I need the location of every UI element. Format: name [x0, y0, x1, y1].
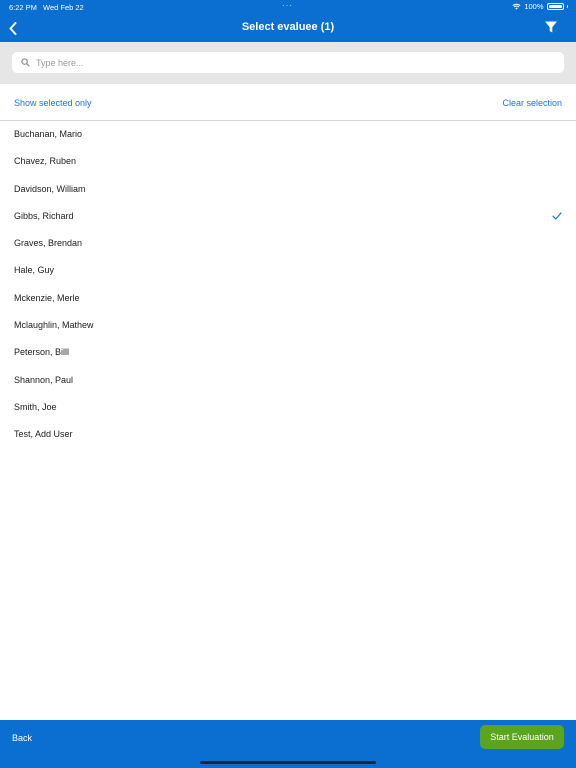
evaluee-name: Smith, Joe: [14, 401, 57, 412]
bottom-bar: Back Start Evaluation: [0, 720, 576, 768]
filter-button[interactable]: [544, 20, 558, 34]
clear-selection-link[interactable]: Clear selection: [502, 98, 562, 108]
evaluee-name: Shannon, Paul: [14, 374, 74, 385]
list-item[interactable]: Graves, Brendan: [0, 230, 576, 257]
search-box[interactable]: [12, 52, 564, 73]
status-bar: 6:22 PM Wed Feb 22 ··· 100%: [0, 0, 576, 13]
show-selected-only-link[interactable]: Show selected only: [14, 98, 92, 108]
wifi-icon: [512, 3, 521, 10]
evaluee-name: Buchanan, Mario: [14, 129, 83, 139]
evaluee-name: Peterson, Billl: [14, 347, 70, 358]
selection-actions: Show selected only Clear selection: [0, 84, 576, 121]
evaluee-name: Davidson, William: [14, 183, 86, 194]
list-item[interactable]: Test, Add User: [0, 421, 576, 448]
search-input[interactable]: [36, 57, 564, 68]
battery-icon: [546, 3, 564, 10]
evaluee-list: Buchanan, Mario Chavez, Ruben Davidson, Wi…: [0, 121, 576, 449]
evaluee-name: Hale, Guy: [14, 265, 55, 276]
evaluee-name: Mclaughlin, Mathew: [14, 320, 94, 331]
list-item[interactable]: Buchanan, Mario: [0, 121, 576, 148]
multitasking-dots[interactable]: ···: [282, 1, 293, 10]
back-button[interactable]: Back: [12, 733, 32, 743]
nav-row: Select evaluee (1): [0, 14, 576, 42]
page-title: Select evaluee (1): [241, 21, 335, 33]
list-item[interactable]: Chavez, Ruben: [0, 148, 576, 175]
evaluee-name: Mckenzie, Merle: [14, 292, 80, 303]
list-item[interactable]: Gibbs, Richard: [0, 203, 576, 230]
evaluee-name: Chavez, Ruben: [14, 156, 77, 167]
list-item[interactable]: Mclaughlin, Mathew: [0, 312, 576, 339]
start-evaluation-button[interactable]: Start Evaluation: [480, 725, 564, 749]
evaluee-name: Graves, Brendan: [14, 238, 83, 249]
search-icon: [21, 58, 30, 67]
list-item[interactable]: Shannon, Paul: [0, 367, 576, 394]
filter-icon: [545, 21, 557, 33]
list-item[interactable]: Smith, Joe: [0, 394, 576, 421]
status-time: 6:22 PM: [9, 3, 37, 12]
battery-percent: 100%: [524, 2, 544, 11]
evaluee-name: Gibbs, Richard: [14, 210, 74, 221]
list-item[interactable]: Davidson, William: [0, 176, 576, 203]
status-right: 100%: [512, 2, 568, 11]
list-item[interactable]: Hale, Guy: [0, 257, 576, 284]
status-date: Wed Feb 22: [43, 3, 84, 12]
search-area: [0, 42, 576, 84]
top-bar: 6:22 PM Wed Feb 22 ··· 100% Select evalu…: [0, 0, 576, 42]
home-indicator: [200, 761, 376, 764]
list-item[interactable]: Peterson, Billl: [0, 339, 576, 366]
evaluee-name: Test, Add User: [14, 429, 73, 440]
list-item[interactable]: Mckenzie, Merle: [0, 285, 576, 312]
checkmark-icon: [552, 212, 562, 220]
